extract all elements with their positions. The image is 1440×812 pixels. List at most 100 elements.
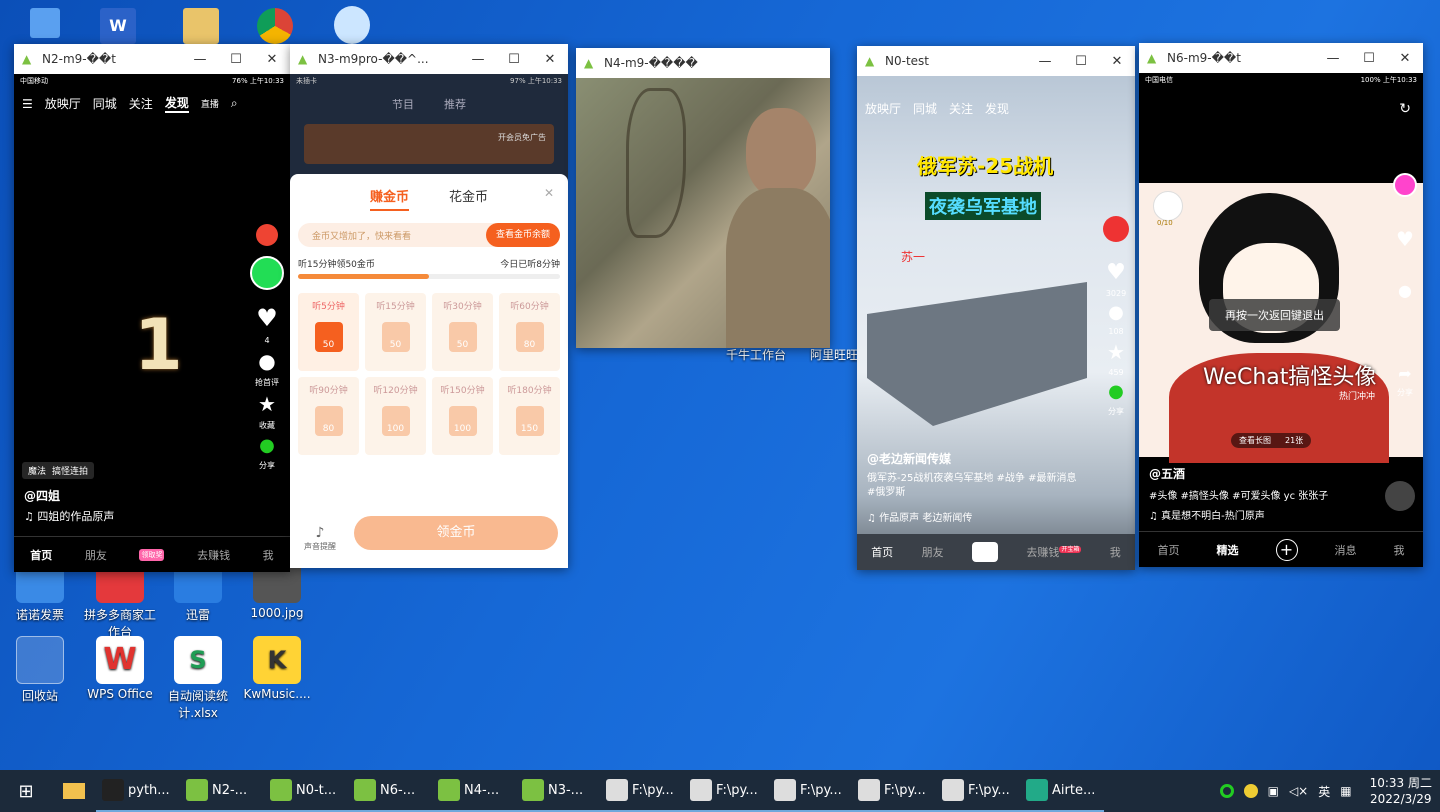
nav-featured[interactable]: 精选 <box>1217 542 1239 558</box>
red-packet-icon[interactable] <box>1153 191 1183 221</box>
taskbar-item[interactable]: N6-... <box>348 770 432 812</box>
maximize-button[interactable]: ☐ <box>1351 51 1387 66</box>
video-frame[interactable] <box>576 78 830 348</box>
window-n0[interactable]: ▲ N0-test — ☐ ✕ 放映厅 同城 关注 发现 俄军苏-25战机 夜袭… <box>857 46 1135 570</box>
like-icon[interactable]: ♥ <box>1396 227 1414 251</box>
chrome-icon[interactable] <box>257 8 293 44</box>
coin-reward-cell[interactable]: 听90分钟 80 <box>298 377 359 455</box>
comment-icon[interactable]: ● <box>1108 302 1124 323</box>
effect-tags[interactable]: 魔法 搞怪连拍 <box>22 462 95 479</box>
tab-recommend[interactable]: 推荐 <box>444 96 466 112</box>
favorite-icon[interactable]: ★ <box>258 392 276 416</box>
window-n3[interactable]: ▲ N3-m9pro-��^... — ☐ ✕ 未插卡 97% 上午10:33 … <box>290 44 568 568</box>
nav-home[interactable]: 首页 <box>871 544 893 560</box>
red-packet-icon[interactable] <box>1103 216 1129 242</box>
share-icon[interactable]: ➦ <box>1398 364 1411 383</box>
start-button[interactable]: ⊞ <box>0 770 52 812</box>
desktop-icon-recycle-bin[interactable]: 回收站 <box>0 636 80 704</box>
window-n4[interactable]: ▲ N4-m9-���� <box>576 48 830 348</box>
coin-reward-cell[interactable]: 听5分钟 50 <box>298 293 359 371</box>
long-image-pill[interactable]: 查看长图 21张 <box>1231 433 1312 448</box>
phone-screen[interactable]: 中国电信 100% 上午10:33 ↻ 0/10 再按一次返回键退出 WeCha… <box>1139 73 1423 567</box>
phone-screen[interactable]: 中国移动 76% 上午10:33 ☰ 放映厅 同城 关注 发现 直播 ⌕ 1 ♥… <box>14 74 290 572</box>
title-bar[interactable]: ▲ N0-test — ☐ ✕ <box>857 46 1135 76</box>
nav-home[interactable]: 首页 <box>1158 542 1180 558</box>
tab-programs[interactable]: 节目 <box>392 96 414 112</box>
file-explorer-button[interactable] <box>52 770 96 812</box>
tab-local[interactable]: 同城 <box>93 95 117 112</box>
music-disc[interactable] <box>1385 481 1415 511</box>
phone-screen[interactable]: 放映厅 同城 关注 发现 俄军苏-25战机 夜袭乌军基地 苏一 ♥ 3029 ●… <box>857 76 1135 570</box>
title-bar[interactable]: ▲ N4-m9-���� <box>576 48 830 78</box>
refresh-icon[interactable]: ↻ <box>1399 101 1411 117</box>
remind-button[interactable]: ♪ 声音提醒 <box>304 525 336 552</box>
close-icon[interactable]: ✕ <box>544 186 554 200</box>
window-n6[interactable]: ▲ N6-m9-��t — ☐ ✕ 中国电信 100% 上午10:33 ↻ 0/… <box>1139 43 1423 567</box>
nav-friends[interactable]: 朋友 <box>922 544 944 560</box>
red-packet-icon[interactable] <box>256 224 278 246</box>
coin-reward-cell[interactable]: 听60分钟 80 <box>499 293 560 371</box>
tab-cinema[interactable]: 放映厅 <box>865 100 901 117</box>
center-badge[interactable]: 领取奖 <box>139 548 165 561</box>
desktop-icon-qianniu[interactable]: 千牛工作台 <box>716 346 796 363</box>
taskbar-item[interactable]: F:\py... <box>768 770 852 812</box>
comment-icon[interactable]: ● <box>258 349 275 373</box>
taskbar-item[interactable]: N0-t... <box>264 770 348 812</box>
favorite-icon[interactable]: ★ <box>1107 340 1125 364</box>
coin-reward-cell[interactable]: 听150分钟 100 <box>432 377 493 455</box>
taskbar-item[interactable]: F:\py... <box>600 770 684 812</box>
avatar[interactable] <box>250 256 284 290</box>
menu-icon[interactable]: ☰ <box>22 97 33 111</box>
volume-icon[interactable]: ◁× <box>1289 784 1308 798</box>
nav-me[interactable]: 我 <box>1110 544 1121 560</box>
author-name[interactable]: @四姐 <box>24 487 60 504</box>
maximize-button[interactable]: ☐ <box>1063 54 1099 69</box>
taskbar-item[interactable]: F:\py... <box>936 770 1020 812</box>
comment-icon[interactable]: ● <box>1398 281 1412 300</box>
folder-icon[interactable] <box>183 8 219 44</box>
tab-follow[interactable]: 关注 <box>129 95 153 112</box>
coin-reward-cell[interactable]: 听180分钟 150 <box>499 377 560 455</box>
clock[interactable]: 10:33 周二 2022/3/29 <box>1370 775 1432 807</box>
taskbar-item[interactable]: pyth... <box>96 770 180 812</box>
nav-earn[interactable]: 去赚钱 <box>197 547 230 563</box>
author-name[interactable]: @五酒 <box>1149 465 1185 482</box>
title-bar[interactable]: ▲ N2-m9-��t — ☐ ✕ <box>14 44 290 74</box>
nav-friends[interactable]: 朋友 <box>85 547 107 563</box>
wechat-share-icon[interactable]: ● <box>259 435 275 456</box>
ad-banner[interactable]: 开会员免广告 <box>304 124 554 164</box>
maximize-button[interactable]: ☐ <box>218 52 254 67</box>
live-button[interactable]: 直播 <box>201 97 219 110</box>
like-icon[interactable]: ♥ <box>256 304 278 332</box>
title-bar[interactable]: ▲ N6-m9-��t — ☐ ✕ <box>1139 43 1423 73</box>
search-icon[interactable]: ⌕ <box>231 96 238 111</box>
minimize-button[interactable]: — <box>1315 51 1351 66</box>
nav-home[interactable]: 首页 <box>30 547 52 563</box>
close-button[interactable]: ✕ <box>532 52 568 67</box>
minimize-button[interactable]: — <box>1027 54 1063 69</box>
tab-earn-coins[interactable]: 赚金币 <box>369 186 409 211</box>
ime-grid-icon[interactable]: ▦ <box>1340 784 1351 798</box>
nav-earn[interactable]: 去赚钱 开宝箱 <box>1026 544 1082 560</box>
author-name[interactable]: @老边新闻传媒 <box>867 450 951 467</box>
network-icon[interactable]: ▣ <box>1268 784 1279 798</box>
desktop-icon-xlsx[interactable]: S 自动阅读统计.xlsx <box>158 636 238 721</box>
wechat-share-icon[interactable]: ● <box>1108 381 1124 402</box>
coin-reward-cell[interactable]: 听120分钟 100 <box>365 377 426 455</box>
like-icon[interactable]: ♥ <box>1106 260 1126 285</box>
desktop-icon-kwmusic[interactable]: K KwMusic.... <box>237 636 317 701</box>
tab-follow[interactable]: 关注 <box>949 100 973 117</box>
add-icon[interactable]: + <box>1275 538 1298 561</box>
ime-indicator[interactable]: 英 <box>1318 783 1330 800</box>
nav-me[interactable]: 我 <box>263 547 274 563</box>
mascot-icon[interactable] <box>334 6 370 44</box>
close-button[interactable]: ✕ <box>1387 51 1423 66</box>
tab-discover[interactable]: 发现 <box>985 100 1009 117</box>
tray-app-icon-2[interactable] <box>1243 784 1258 798</box>
nav-messages[interactable]: 消息 <box>1335 542 1357 558</box>
computer-icon[interactable] <box>30 8 60 38</box>
music-line[interactable]: ♫ 真是想不明白-热门原声 <box>1149 507 1265 522</box>
music-line[interactable]: ♫ 作品原声 老边新闻传 <box>867 509 972 524</box>
tab-spend-coins[interactable]: 花金币 <box>449 186 488 211</box>
taskbar-item[interactable]: F:\py... <box>852 770 936 812</box>
